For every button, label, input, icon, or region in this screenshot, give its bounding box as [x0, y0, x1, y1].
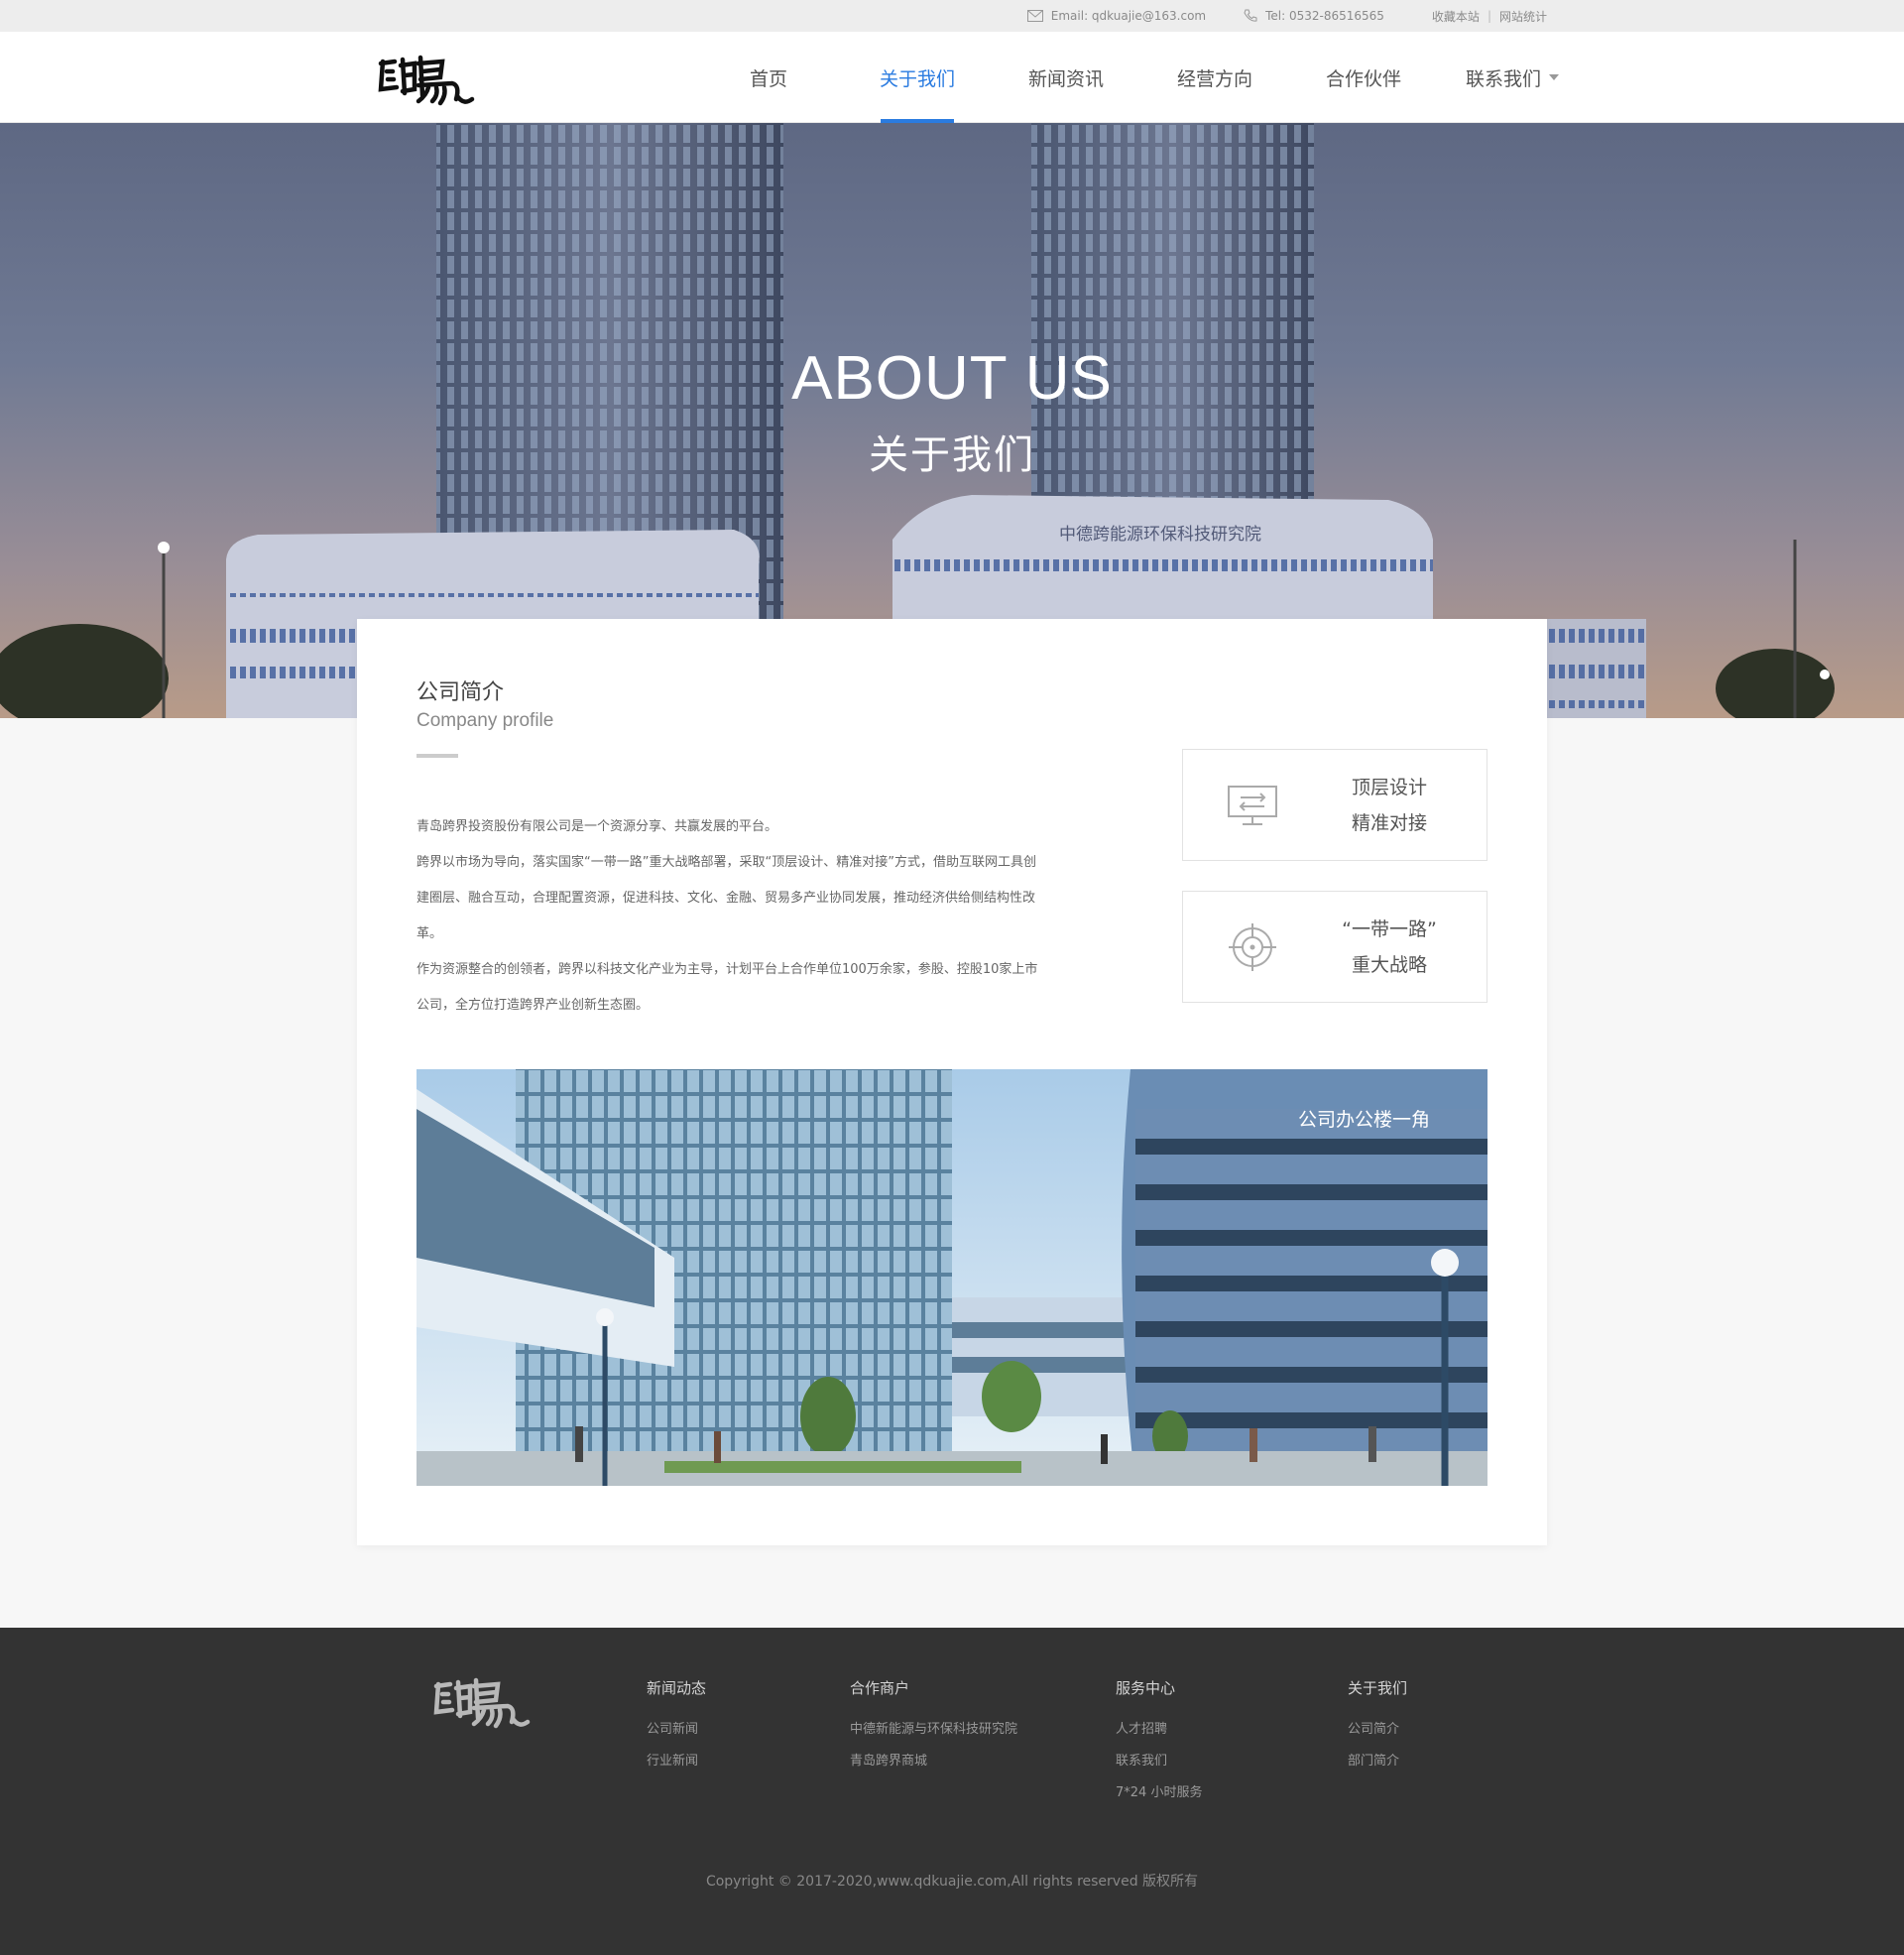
nav-about[interactable]: 关于我们 [843, 32, 992, 123]
tel-info: Tel: 0532-86516565 [1244, 9, 1384, 23]
copyright-text: Copyright © 2017-2020,www.qdkuajie.com,A… [705, 1874, 1199, 1890]
footer-col-title: 合作商户 [850, 1679, 910, 1697]
intro-paragraph: 跨界以市场为导向，落实国家“一带一路”重大战略部署，采取“顶层设计、精准对接”方… [416, 855, 1036, 941]
nav-business[interactable]: 经营方向 [1140, 32, 1289, 123]
stats-link[interactable]: 网站统计 [1499, 8, 1547, 25]
nav-business-label: 经营方向 [1176, 67, 1252, 90]
feature-line: 顶层设计 [1351, 776, 1427, 798]
nav-news-label: 新闻资讯 [1027, 67, 1104, 90]
tel-text: Tel: 0532-86516565 [1265, 9, 1384, 23]
nav-home-label: 首页 [749, 67, 787, 90]
nav-home[interactable]: 首页 [694, 32, 843, 123]
nav-about-label: 关于我们 [879, 67, 955, 90]
footer-col-title: 关于我们 [1348, 1679, 1408, 1697]
footer-col-title: 服务中心 [1116, 1679, 1176, 1697]
chevron-down-icon [1549, 74, 1559, 80]
site-header: 首页 关于我们 新闻资讯 经营方向 合作伙伴 联系我们 [0, 32, 1904, 123]
feature-line: 精准对接 [1351, 811, 1427, 834]
site-footer: 新闻动态 公司新闻 行业新闻 合作商户 中德新能源与环保科技研究院 青岛跨界商城… [0, 1628, 1904, 1955]
nav-contact[interactable]: 联系我们 [1438, 32, 1587, 123]
footer-link[interactable]: 中德新能源与环保科技研究院 [850, 1714, 1017, 1746]
footer-link[interactable]: 公司简介 [1348, 1714, 1407, 1746]
footer-link[interactable]: 7*24 小时服务 [1116, 1777, 1202, 1809]
nav-news[interactable]: 新闻资讯 [992, 32, 1140, 123]
photo-caption: 公司办公楼一角 [1297, 1109, 1430, 1131]
main-nav: 首页 关于我们 新闻资讯 经营方向 合作伙伴 联系我们 [694, 32, 1587, 123]
footer-link[interactable]: 青岛跨界商城 [850, 1746, 1017, 1777]
nav-contact-label: 联系我们 [1465, 67, 1541, 90]
mail-icon [1026, 10, 1043, 22]
target-icon [1229, 922, 1276, 971]
footer-link[interactable]: 联系我们 [1116, 1746, 1202, 1777]
email-info: Email: qdkuajie@163.com [1026, 9, 1207, 23]
nav-partners-label: 合作伙伴 [1325, 67, 1401, 90]
feature-card-strategy[interactable]: “一带一路” 重大战略 [1182, 891, 1488, 1003]
email-text: Email: qdkuajie@163.com [1050, 9, 1207, 23]
intro-paragraph: 作为资源整合的创领者，跨界以科技文化产业为主导，计划平台上合作单位100万余家，… [416, 962, 1038, 1013]
top-bar: Email: qdkuajie@163.com Tel: 0532-865165… [0, 0, 1904, 32]
monitor-icon [1228, 785, 1277, 825]
footer-link[interactable]: 部门简介 [1348, 1746, 1407, 1777]
footer-col-about: 关于我们 公司简介 部门简介 [1348, 1677, 1407, 1777]
separator: | [1487, 9, 1491, 23]
office-photo[interactable]: 公司办公楼一角 [416, 1069, 1488, 1486]
footer-link[interactable]: 公司新闻 [647, 1714, 706, 1746]
building-sign: 中德跨能源环保科技研究院 [1059, 525, 1261, 545]
footer-link[interactable]: 人才招聘 [1116, 1714, 1202, 1746]
banner-title: ABOUT US [791, 344, 1113, 413]
content-card: 公司简介 Company profile 青岛跨界投资股份有限公司是一个资源分享… [357, 619, 1547, 1545]
bookmark-link[interactable]: 收藏本站 [1432, 8, 1480, 25]
banner-subtitle: 关于我们 [869, 432, 1035, 478]
nav-partners[interactable]: 合作伙伴 [1289, 32, 1438, 123]
section-subtitle: Company profile [416, 710, 554, 731]
footer-col-news: 新闻动态 公司新闻 行业新闻 [647, 1677, 706, 1777]
footer-col-title: 新闻动态 [647, 1679, 707, 1697]
title-underline [416, 754, 458, 758]
section-title: 公司简介 [416, 680, 505, 705]
phone-icon [1244, 9, 1257, 22]
footer-logo-icon[interactable] [430, 1672, 534, 1732]
feature-line: 重大战略 [1351, 953, 1427, 976]
logo-icon[interactable] [375, 50, 478, 109]
feature-line: “一带一路” [1342, 917, 1437, 940]
footer-col-partners: 合作商户 中德新能源与环保科技研究院 青岛跨界商城 [850, 1677, 1017, 1777]
intro-paragraph: 青岛跨界投资股份有限公司是一个资源分享、共赢发展的平台。 [416, 819, 778, 834]
feature-card-design[interactable]: 顶层设计 精准对接 [1182, 749, 1488, 861]
footer-link[interactable]: 行业新闻 [647, 1746, 706, 1777]
company-intro: 青岛跨界投资股份有限公司是一个资源分享、共赢发展的平台。 跨界以市场为导向，落实… [416, 809, 1041, 1024]
footer-col-service: 服务中心 人才招聘 联系我们 7*24 小时服务 [1116, 1677, 1202, 1809]
office-building-image [416, 1069, 1488, 1486]
